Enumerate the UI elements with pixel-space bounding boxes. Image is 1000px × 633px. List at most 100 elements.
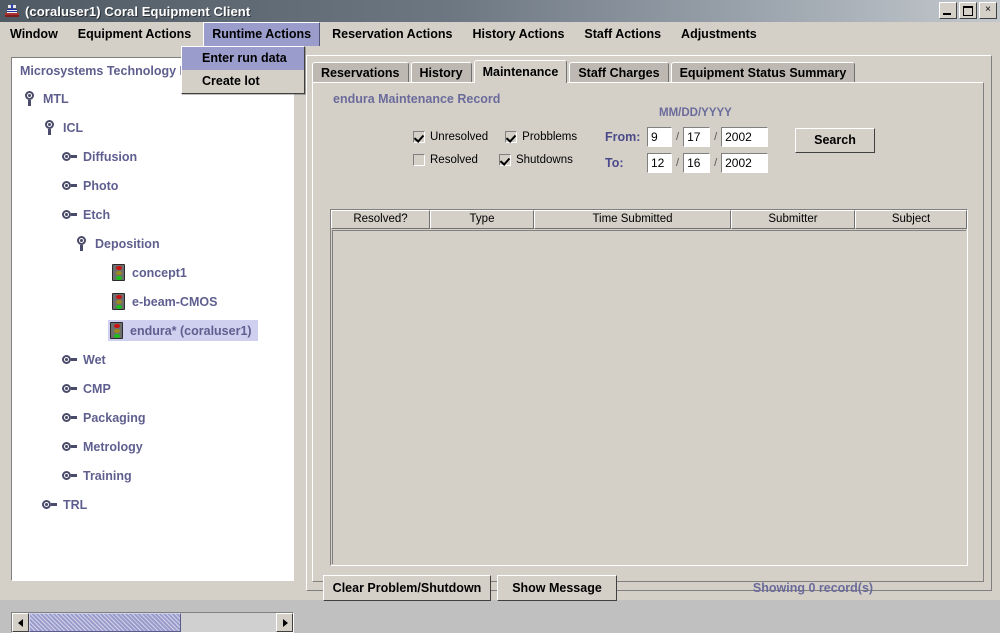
application-window: (coraluser1) Coral Equipment Client × Wi… bbox=[0, 0, 1000, 633]
menu-history-actions[interactable]: History Actions bbox=[465, 23, 573, 45]
tree-node-training[interactable]: Training bbox=[12, 461, 293, 490]
menu-reservation-actions[interactable]: Reservation Actions bbox=[324, 23, 460, 45]
expand-handle-expanded-icon[interactable] bbox=[74, 236, 89, 251]
column-header-resolved[interactable]: Resolved? bbox=[331, 210, 430, 229]
table-body-empty[interactable] bbox=[332, 230, 966, 564]
minimize-button[interactable] bbox=[939, 2, 957, 19]
runtime-actions-dropdown[interactable]: Enter run data Create lot bbox=[181, 46, 305, 94]
traffic-light-icon bbox=[112, 264, 125, 281]
expand-handle-expanded-icon[interactable] bbox=[22, 91, 37, 106]
date-to-month-input[interactable]: 12 bbox=[647, 153, 672, 173]
filter-checkbox-group: Unresolved Probblems Resolved Shutdowns bbox=[413, 127, 577, 173]
date-to-day-input[interactable]: 16 bbox=[683, 153, 711, 173]
tree-node-cmp[interactable]: CMP bbox=[12, 374, 293, 403]
search-button[interactable]: Search bbox=[795, 128, 875, 153]
window-title: (coraluser1) Coral Equipment Client bbox=[25, 3, 251, 19]
checkbox-shutdowns[interactable] bbox=[498, 153, 511, 166]
maximize-button[interactable] bbox=[959, 2, 977, 19]
expand-handle-collapsed-icon[interactable] bbox=[62, 381, 77, 396]
tree-node-label: concept1 bbox=[132, 265, 187, 280]
tree-node-etch[interactable]: Etch bbox=[12, 200, 293, 229]
maintenance-table[interactable]: Resolved? Type Time Submitted Submitter … bbox=[330, 209, 968, 566]
menu-staff-actions[interactable]: Staff Actions bbox=[576, 23, 669, 45]
tab-staff-charges[interactable]: Staff Charges bbox=[569, 62, 669, 83]
close-button[interactable]: × bbox=[979, 2, 997, 19]
expand-handle-collapsed-icon[interactable] bbox=[62, 149, 77, 164]
tree-node-wet[interactable]: Wet bbox=[12, 345, 293, 374]
scroll-left-arrow-icon[interactable] bbox=[12, 613, 29, 632]
tree-node-e-beam-cmos[interactable]: e-beam-CMOS bbox=[12, 287, 293, 316]
date-from-day-input[interactable]: 17 bbox=[683, 127, 711, 147]
table-header-row: Resolved? Type Time Submitted Submitter … bbox=[331, 210, 967, 229]
tree-node-label: Diffusion bbox=[83, 149, 138, 164]
expand-handle-collapsed-icon[interactable] bbox=[62, 207, 77, 222]
close-icon: × bbox=[985, 4, 991, 15]
expand-handle-collapsed-icon[interactable] bbox=[62, 352, 77, 367]
content-area: Microsystems Technology La MTL ICL Diffu… bbox=[0, 46, 1000, 633]
tab-equipment-status-summary[interactable]: Equipment Status Summary bbox=[670, 62, 856, 83]
menu-item-label: Enter run data bbox=[202, 51, 287, 65]
date-to-year-input[interactable]: 2002 bbox=[721, 153, 769, 173]
tab-reservations[interactable]: Reservations bbox=[312, 62, 409, 83]
menu-bar: Window Equipment Actions Runtime Actions… bbox=[0, 22, 1000, 47]
column-header-subject[interactable]: Subject bbox=[855, 210, 967, 229]
tree-root-text: Microsystems Technology La bbox=[20, 64, 195, 78]
traffic-light-icon bbox=[112, 293, 125, 310]
expand-handle-collapsed-icon[interactable] bbox=[62, 439, 77, 454]
traffic-light-icon bbox=[110, 322, 123, 339]
date-to-row: To: 12 / 16 / 2002 bbox=[605, 153, 769, 173]
checkbox-problems[interactable] bbox=[505, 130, 518, 143]
tree-node-label: Deposition bbox=[95, 236, 160, 251]
expand-handle-collapsed-icon[interactable] bbox=[42, 497, 57, 512]
date-from-row: From: 9 / 17 / 2002 bbox=[605, 127, 769, 147]
tree-node-concept1[interactable]: concept1 bbox=[12, 258, 293, 287]
scrollbar-track[interactable] bbox=[29, 613, 276, 632]
tree-node-photo[interactable]: Photo bbox=[12, 171, 293, 200]
expand-handle-collapsed-icon[interactable] bbox=[62, 468, 77, 483]
column-header-type[interactable]: Type bbox=[430, 210, 534, 229]
checkbox-resolved-label: Resolved bbox=[430, 153, 478, 166]
tree-node-label: Etch bbox=[83, 207, 111, 222]
scrollbar-thumb[interactable] bbox=[29, 613, 181, 632]
column-header-time-submitted[interactable]: Time Submitted bbox=[534, 210, 731, 229]
tree-node-label: e-beam-CMOS bbox=[132, 294, 218, 309]
tree-node-diffusion[interactable]: Diffusion bbox=[12, 142, 293, 171]
expand-handle-collapsed-icon[interactable] bbox=[62, 178, 77, 193]
tree-node-label: Photo bbox=[83, 178, 119, 193]
tree-node-label: Packaging bbox=[83, 410, 146, 425]
scroll-right-arrow-icon[interactable] bbox=[276, 613, 293, 632]
tree-node-deposition[interactable]: Deposition bbox=[12, 229, 293, 258]
menu-equipment-actions[interactable]: Equipment Actions bbox=[70, 23, 199, 45]
clear-problem-shutdown-button[interactable]: Clear Problem/Shutdown bbox=[323, 575, 491, 601]
tree-node-label: TRL bbox=[63, 497, 88, 512]
expand-handle-collapsed-icon[interactable] bbox=[62, 410, 77, 425]
expand-handle-expanded-icon[interactable] bbox=[42, 120, 57, 135]
menu-item-create-lot[interactable]: Create lot bbox=[182, 70, 304, 93]
menu-adjustments[interactable]: Adjustments bbox=[673, 23, 765, 45]
date-from-label: From: bbox=[605, 130, 641, 144]
menu-item-enter-run-data[interactable]: Enter run data bbox=[182, 47, 304, 70]
equipment-tree-panel[interactable]: Microsystems Technology La MTL ICL Diffu… bbox=[11, 57, 294, 581]
menu-window[interactable]: Window bbox=[2, 23, 66, 45]
date-from-year-input[interactable]: 2002 bbox=[721, 127, 769, 147]
date-separator: / bbox=[714, 157, 718, 169]
menu-runtime-actions[interactable]: Runtime Actions bbox=[203, 22, 321, 47]
column-header-submitter[interactable]: Submitter bbox=[731, 210, 855, 229]
date-separator: / bbox=[676, 157, 680, 169]
tab-maintenance[interactable]: Maintenance bbox=[473, 60, 568, 83]
tree-node-label: CMP bbox=[83, 381, 111, 396]
tab-history[interactable]: History bbox=[410, 62, 472, 83]
checkbox-resolved[interactable] bbox=[413, 153, 425, 166]
tab-strip: Reservations History Maintenance Staff C… bbox=[312, 60, 857, 83]
coral-ship-icon bbox=[4, 3, 20, 19]
tree-horizontal-scrollbar[interactable] bbox=[11, 612, 294, 633]
show-message-button[interactable]: Show Message bbox=[497, 575, 617, 601]
tree-node-metrology[interactable]: Metrology bbox=[12, 432, 293, 461]
tree-node-trl[interactable]: TRL bbox=[12, 490, 293, 519]
tree-node-endura-selected[interactable]: endura* (coraluser1) bbox=[12, 316, 293, 345]
checkbox-unresolved[interactable] bbox=[413, 130, 425, 143]
tree-node-packaging[interactable]: Packaging bbox=[12, 403, 293, 432]
date-from-month-input[interactable]: 9 bbox=[647, 127, 672, 147]
date-separator: / bbox=[714, 131, 718, 143]
tree-node-icl[interactable]: ICL bbox=[12, 113, 293, 142]
